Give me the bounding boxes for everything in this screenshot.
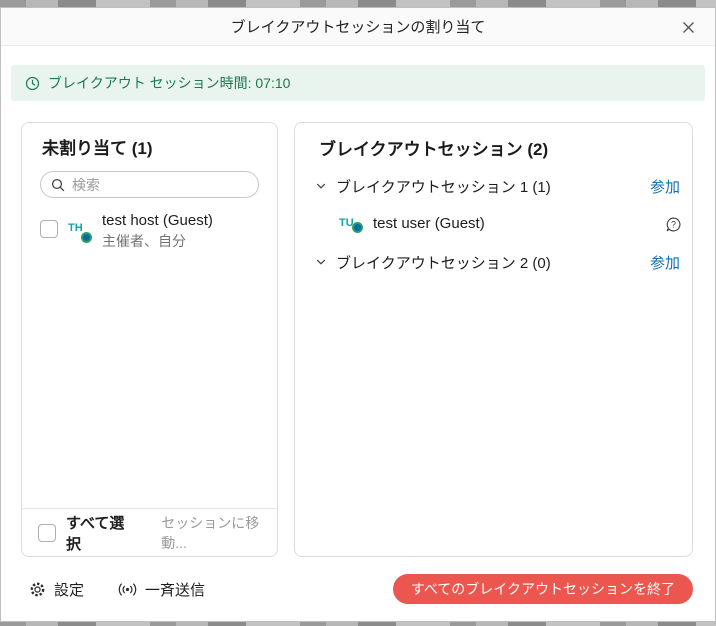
end-all-sessions-button[interactable]: すべてのブレイクアウトセッションを終了: [393, 574, 693, 604]
dialog-title: ブレイクアウトセッションの割り当て: [231, 16, 486, 37]
sessions-panel: ブレイクアウトセッション (2) ブレイクアウトセッション 1 (1) 参加 T…: [294, 122, 693, 557]
session-row-2[interactable]: ブレイクアウトセッション 2 (0) 参加: [295, 243, 692, 281]
broadcast-button[interactable]: 一斉送信: [118, 579, 205, 600]
participant-checkbox[interactable]: [40, 220, 58, 238]
session-1-participant-row[interactable]: TU test user (Guest) ?: [295, 205, 692, 243]
settings-button[interactable]: 設定: [29, 579, 84, 600]
participant-name: test user (Guest): [373, 215, 485, 233]
participant-texts: test host (Guest) 主催者、自分: [102, 212, 213, 250]
sessions-panel-title: ブレイクアウトセッション (2): [295, 123, 692, 161]
broadcast-icon: [118, 582, 137, 597]
session-1-label: ブレイクアウトセッション 1 (1): [336, 176, 551, 197]
avatar-status-badge: [81, 232, 92, 243]
select-all-checkbox[interactable]: [38, 524, 56, 542]
chevron-down-icon[interactable]: [315, 256, 327, 268]
avatar-initials: TH: [68, 222, 83, 234]
search-box: [40, 171, 259, 198]
close-icon: [682, 21, 695, 34]
close-button[interactable]: [671, 8, 705, 46]
background-window-bottom-edge: [0, 622, 716, 626]
clock-icon: [25, 76, 40, 91]
participant-avatar: TU: [339, 213, 363, 235]
search-input[interactable]: [72, 177, 248, 193]
unassigned-participant-row[interactable]: TH test host (Guest) 主催者、自分: [40, 212, 259, 250]
settings-label: 設定: [54, 579, 84, 600]
participant-role: 主催者、自分: [102, 232, 213, 250]
help-question-icon: ?: [665, 216, 682, 233]
session-2-label: ブレイクアウトセッション 2 (0): [336, 252, 551, 273]
session-2-join-link[interactable]: 参加: [650, 252, 680, 273]
breakout-assignment-dialog: ブレイクアウトセッションの割り当て ブレイクアウト セッション時間: 07:10…: [0, 7, 716, 622]
search-icon: [51, 178, 65, 192]
unassigned-panel-title: 未割り当て (1): [22, 123, 277, 161]
unassigned-panel-footer: すべて選択 セッションに移動...: [22, 508, 277, 556]
participant-name: test host (Guest): [102, 212, 213, 230]
background-window-top-edge: [0, 0, 716, 7]
select-all-label: すべて選択: [66, 512, 125, 554]
move-to-session-button[interactable]: セッションに移動...: [161, 513, 261, 553]
gear-icon: [29, 581, 46, 598]
dialog-header: ブレイクアウトセッションの割り当て: [1, 8, 715, 46]
dialog-footer: 設定 一斉送信 すべてのブレイクアウトセッションを終了: [1, 557, 715, 621]
session-timer-banner: ブレイクアウト セッション時間: 07:10: [11, 65, 705, 101]
chevron-down-icon[interactable]: [315, 180, 327, 192]
session-1-join-link[interactable]: 参加: [650, 176, 680, 197]
session-row-1[interactable]: ブレイクアウトセッション 1 (1) 参加: [295, 167, 692, 205]
avatar-status-badge: [352, 222, 363, 233]
participant-avatar: TH: [68, 218, 92, 242]
broadcast-label: 一斉送信: [145, 579, 205, 600]
svg-text:?: ?: [671, 219, 676, 229]
screen: ブレイクアウトセッションの割り当て ブレイクアウト セッション時間: 07:10…: [0, 0, 716, 626]
unassigned-panel: 未割り当て (1) TH test host (Guest) 主: [21, 122, 278, 557]
session-timer-text: ブレイクアウト セッション時間: 07:10: [48, 73, 290, 93]
ask-for-help-button[interactable]: ?: [665, 216, 682, 233]
dialog-body: 未割り当て (1) TH test host (Guest) 主: [1, 101, 715, 557]
